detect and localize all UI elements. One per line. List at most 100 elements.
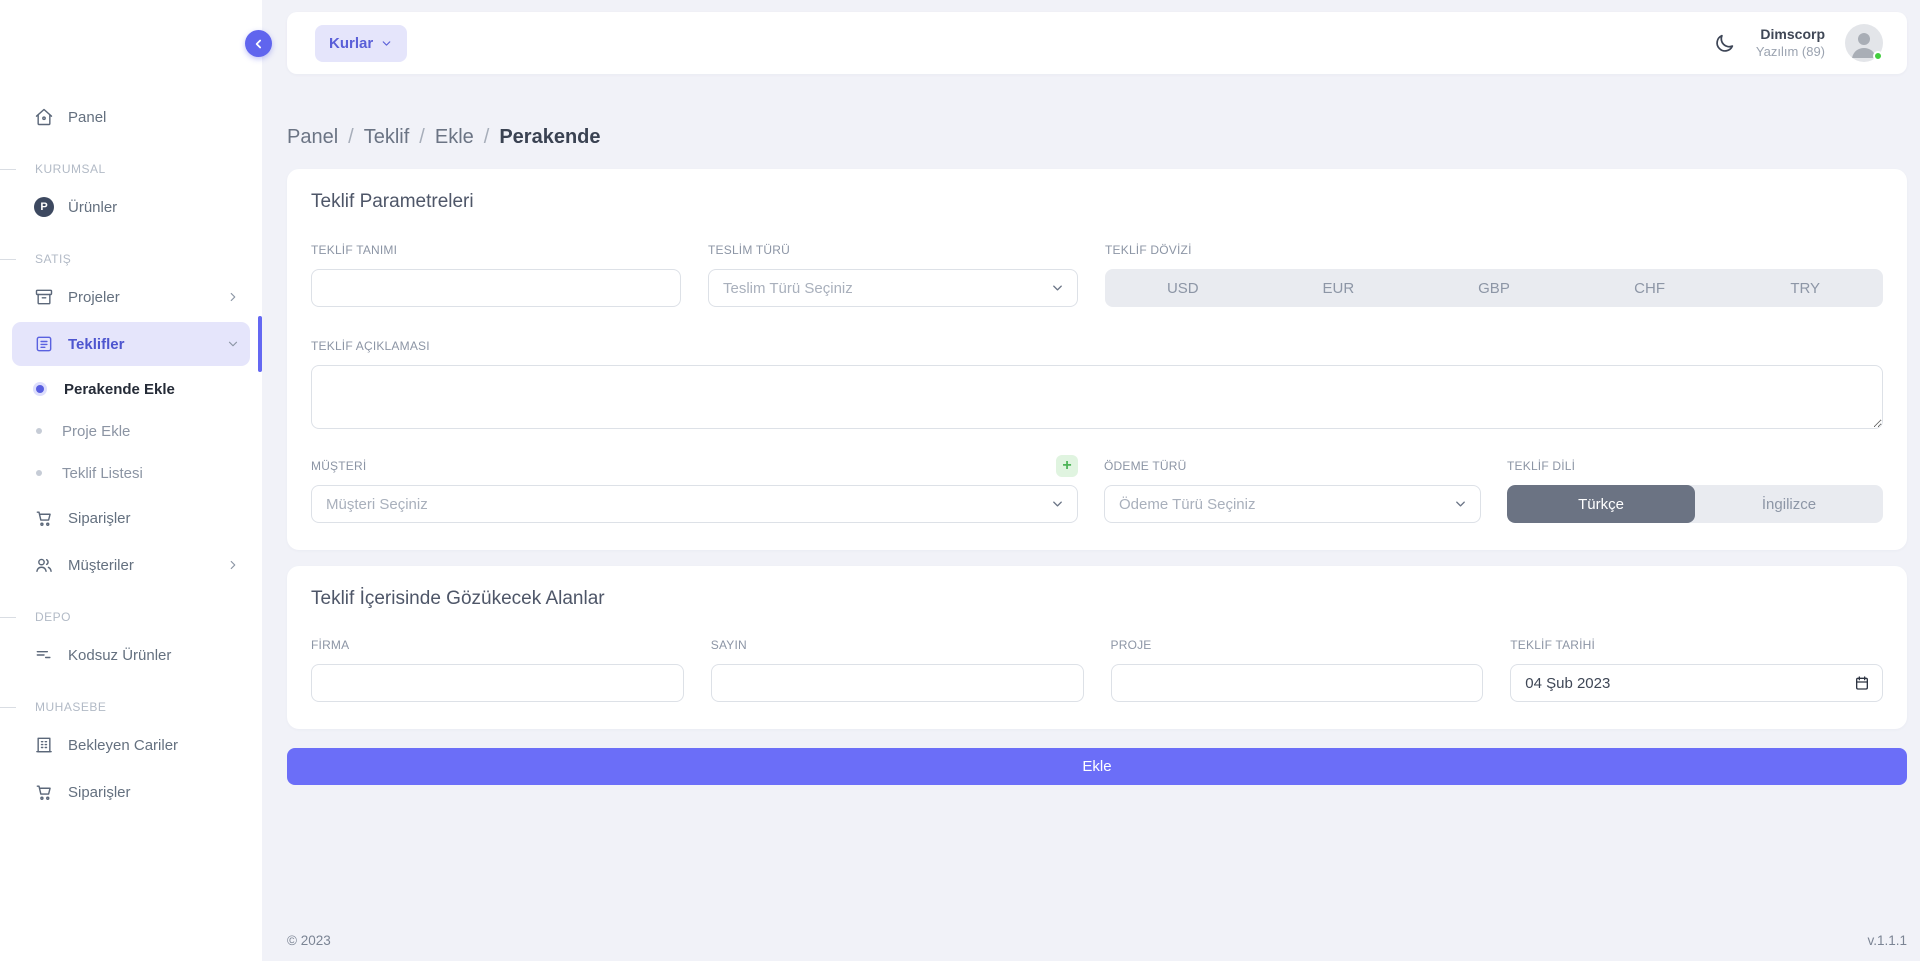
currency-option-eur[interactable]: EUR	[1261, 269, 1417, 307]
sayin-input[interactable]	[711, 664, 1084, 702]
copyright-text: © 2023	[287, 933, 331, 948]
cart-icon	[34, 508, 54, 528]
list-lines-icon	[34, 645, 54, 665]
sidebar-item-urunler[interactable]: P Ürünler	[12, 185, 250, 229]
proje-input[interactable]	[1111, 664, 1484, 702]
sidebar-section-depo: DEPO	[0, 609, 262, 625]
select-placeholder: Teslim Türü Seçiniz	[723, 280, 853, 297]
main-content: Kurlar Dimscorp Yazılım (89)	[262, 0, 1920, 961]
field-label: PROJE	[1111, 638, 1152, 652]
breadcrumb-current: Perakende	[499, 126, 600, 149]
currency-option-usd[interactable]: USD	[1105, 269, 1261, 307]
section-label: MUHASEBE	[35, 700, 106, 714]
sidebar-item-label: Siparişler	[68, 784, 131, 801]
sidebar-subitem-label: Teklif Listesi	[62, 465, 143, 482]
field-label: TEKLİF DİLİ	[1507, 459, 1575, 473]
sidebar-subitem-proje-ekle[interactable]: Proje Ekle	[12, 411, 250, 451]
sidebar-item-musteriler[interactable]: Müşteriler	[12, 543, 250, 587]
sidebar-subitem-perakende-ekle[interactable]: Perakende Ekle	[12, 369, 250, 409]
breadcrumb-separator: /	[419, 126, 425, 149]
field-label: TEKLİF DÖVİZİ	[1105, 243, 1192, 257]
field-label: TEKLİF AÇIKLAMASI	[311, 339, 430, 353]
section-label: KURUMSAL	[35, 162, 106, 176]
breadcrumb-item[interactable]: Panel	[287, 126, 338, 149]
chevron-right-icon	[226, 558, 240, 572]
breadcrumb-separator: /	[348, 126, 354, 149]
language-option-turkce[interactable]: Türkçe	[1507, 485, 1695, 523]
breadcrumb-item[interactable]: Ekle	[435, 126, 474, 149]
card-title: Teklif Parametreleri	[311, 191, 1883, 213]
sidebar-item-bekleyen-cariler[interactable]: Bekleyen Cariler	[12, 723, 250, 767]
sidebar-item-label: Bekleyen Cariler	[68, 737, 178, 754]
musteri-select[interactable]: Müşteri Seçiniz	[311, 485, 1078, 523]
user-meta: Dimscorp Yazılım (89)	[1756, 26, 1825, 60]
bullet-icon	[36, 470, 42, 476]
sidebar-section-muhasebe: MUHASEBE	[0, 699, 262, 715]
chevron-down-icon	[1453, 497, 1468, 512]
language-segmented-control: Türkçe İngilizce	[1507, 485, 1883, 523]
form-row-1: TEKLİF TANIMI TESLİM TÜRÜ Teslim Türü Se…	[311, 239, 1883, 307]
avatar[interactable]	[1845, 24, 1883, 62]
kurlar-dropdown-button[interactable]: Kurlar	[315, 25, 407, 62]
teklif-gorunur-alanlar-card: Teklif İçerisinde Gözükecek Alanlar FİRM…	[287, 566, 1907, 729]
sidebar-item-kodsuz-urunler[interactable]: Kodsuz Ürünler	[12, 633, 250, 677]
archive-box-icon	[34, 287, 54, 307]
user-name: Dimscorp	[1756, 26, 1825, 44]
building-icon	[34, 735, 54, 755]
sidebar-item-siparisler[interactable]: Siparişler	[12, 496, 250, 540]
field-firma: FİRMA	[311, 634, 684, 702]
sidebar-item-label: Teklifler	[68, 336, 124, 353]
chevron-down-icon	[226, 337, 240, 351]
currency-option-gbp[interactable]: GBP	[1416, 269, 1572, 307]
kurlar-label: Kurlar	[329, 35, 373, 52]
sidebar-subitem-teklif-listesi[interactable]: Teklif Listesi	[12, 453, 250, 493]
section-label: SATIŞ	[35, 252, 71, 266]
add-customer-button[interactable]: +	[1056, 455, 1078, 477]
teklif-tarihi-input[interactable]	[1510, 664, 1883, 702]
field-teklif-tarihi: TEKLİF TARİHİ	[1510, 634, 1883, 702]
teklif-tarihi-date-field	[1510, 664, 1883, 702]
sidebar-item-projeler[interactable]: Projeler	[12, 275, 250, 319]
sidebar-item-teklifler[interactable]: Teklifler	[12, 322, 250, 366]
field-label: TESLİM TÜRÜ	[708, 243, 790, 257]
field-label: ÖDEME TÜRÜ	[1104, 459, 1186, 473]
breadcrumb-item[interactable]: Teklif	[364, 126, 410, 149]
field-label: MÜŞTERİ	[311, 459, 366, 473]
sidebar-item-label: Projeler	[68, 289, 120, 306]
teklif-tanimi-input[interactable]	[311, 269, 681, 307]
field-label: TEKLİF TANIMI	[311, 243, 397, 257]
breadcrumb-separator: /	[484, 126, 490, 149]
sidebar-item-label: Müşteriler	[68, 557, 134, 574]
dark-mode-toggle[interactable]	[1713, 32, 1736, 55]
field-teklif-dovizi: TEKLİF DÖVİZİ USD EUR GBP CHF TRY	[1105, 239, 1883, 307]
chevron-down-icon	[1050, 497, 1065, 512]
section-label: DEPO	[35, 610, 71, 624]
sidebar-subitem-label: Proje Ekle	[62, 423, 130, 440]
field-label: FİRMA	[311, 638, 349, 652]
firma-input[interactable]	[311, 664, 684, 702]
language-option-ingilizce[interactable]: İngilizce	[1695, 485, 1883, 523]
field-teklif-aciklamasi: TEKLİF AÇIKLAMASI	[311, 335, 1883, 429]
sidebar-collapse-button[interactable]	[245, 30, 272, 57]
ekle-submit-button[interactable]: Ekle	[287, 748, 1907, 785]
field-teklif-dili: TEKLİF DİLİ Türkçe İngilizce	[1507, 455, 1883, 523]
teklif-aciklamasi-textarea[interactable]	[311, 365, 1883, 429]
topbar-right-group: Dimscorp Yazılım (89)	[1713, 24, 1883, 62]
breadcrumb: Panel / Teklif / Ekle / Perakende	[287, 126, 1907, 149]
odeme-turu-select[interactable]: Ödeme Türü Seçiniz	[1104, 485, 1481, 523]
currency-option-try[interactable]: TRY	[1727, 269, 1883, 307]
sidebar-item-label: Panel	[68, 109, 106, 126]
currency-option-chf[interactable]: CHF	[1572, 269, 1728, 307]
sidebar-item-label: Kodsuz Ürünler	[68, 647, 171, 664]
form-row-4: FİRMA SAYIN PROJE TEKLİF TARİHİ	[311, 634, 1883, 702]
field-proje: PROJE	[1111, 634, 1484, 702]
home-icon	[34, 107, 54, 127]
sidebar-item-siparisler-muhasebe[interactable]: Siparişler	[12, 770, 250, 814]
sidebar-item-panel[interactable]: Panel	[12, 95, 250, 139]
field-odeme-turu: ÖDEME TÜRÜ Ödeme Türü Seçiniz	[1104, 455, 1481, 523]
teslim-turu-select[interactable]: Teslim Türü Seçiniz	[708, 269, 1078, 307]
sidebar-subitem-label: Perakende Ekle	[64, 381, 175, 398]
sidebar-section-satis: SATIŞ	[0, 251, 262, 267]
currency-segmented-control: USD EUR GBP CHF TRY	[1105, 269, 1883, 307]
field-musteri: MÜŞTERİ + Müşteri Seçiniz	[311, 455, 1078, 523]
